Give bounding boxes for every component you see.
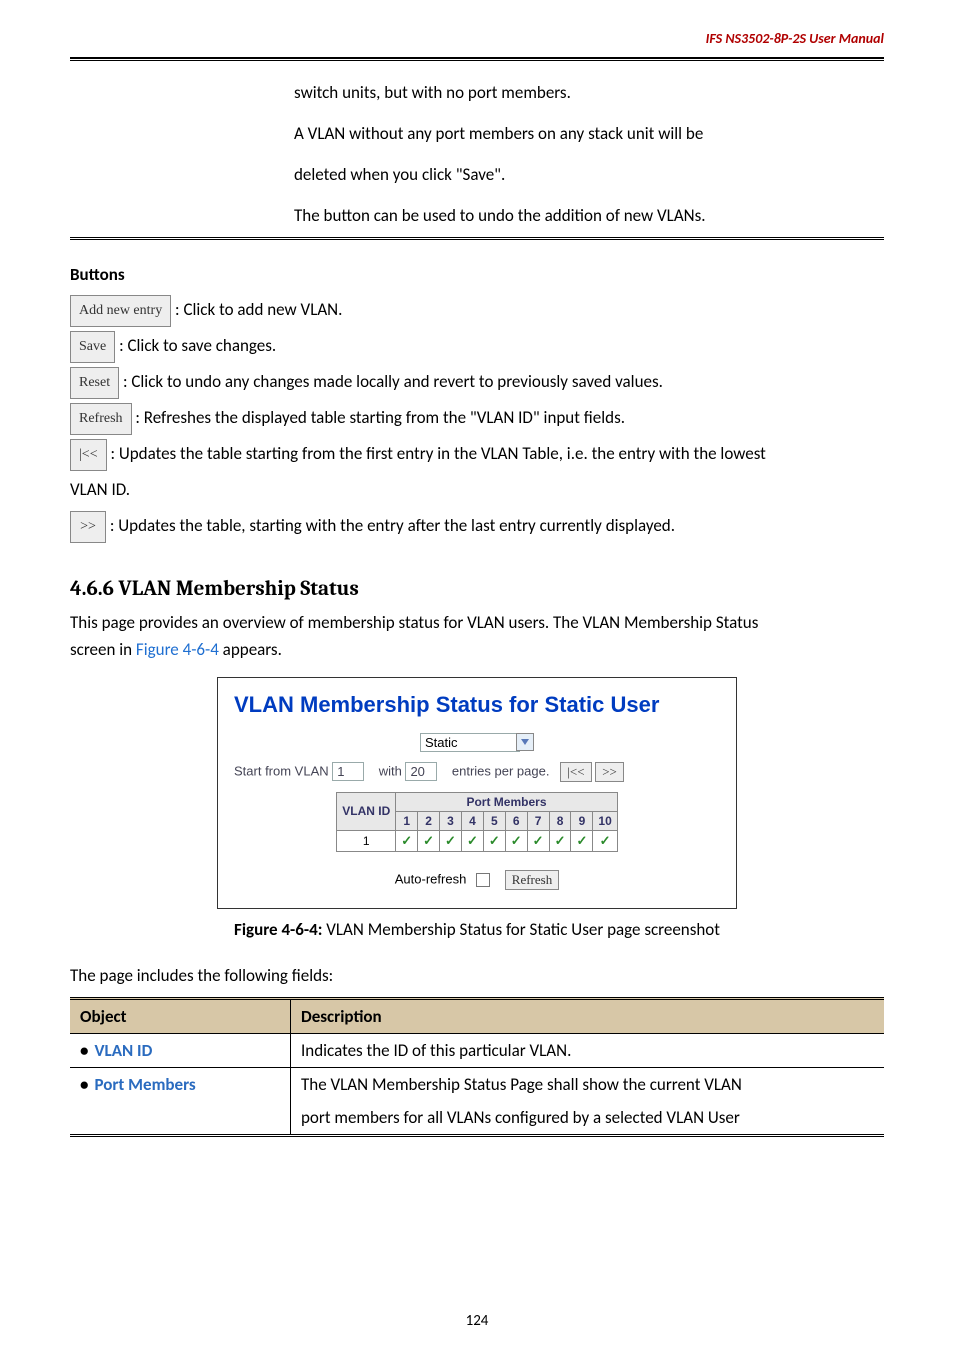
vlan-id-line: VLAN ID. [70,473,884,507]
check-icon: ✓ [440,830,462,851]
reset-button[interactable]: Reset [70,367,119,399]
chevron-down-icon[interactable] [516,733,534,751]
check-icon: ✓ [483,830,505,851]
figure-panel: VLAN Membership Status for Static User S… [217,677,737,909]
figure-first-button[interactable]: |<< [560,762,591,782]
figure-caption-label: Figure 4-6-4: [234,919,322,940]
fields-intro: The page includes the following fields: [70,962,884,989]
next-page-button[interactable]: >> [70,511,106,543]
desc-port-members-l1: The VLAN Membership Status Page shall sh… [291,1067,885,1101]
check-icon: ✓ [571,830,593,851]
auto-refresh-label: Auto-refresh [395,871,467,886]
vlan-id-header: VLAN ID [337,792,396,830]
refresh-button[interactable]: Refresh [70,403,132,435]
top-table-bottom-rule [70,237,884,240]
figure-caption-text: VLAN Membership Status for Static User p… [322,919,720,940]
table-row: • Port Members The VLAN Membership Status… [70,1067,884,1101]
top-desc-line: A VLAN without any port members on any s… [286,114,884,155]
first-page-text: : Updates the table starting from the fi… [110,443,765,464]
fields-header-description: Description [291,998,885,1033]
port-col-3: 3 [440,811,462,830]
object-vlan-id: VLAN ID [94,1040,152,1061]
start-from-vlan-label: Start from VLAN [234,763,332,778]
top-desc-line: switch units, but with no port members. [286,73,884,114]
top-description-table: switch units, but with no port members. … [70,73,884,237]
desc-vlan-id: Indicates the ID of this particular VLAN… [291,1033,885,1067]
section-intro-line1: This page provides an overview of member… [70,609,884,636]
check-icon: ✓ [549,830,571,851]
check-icon: ✓ [505,830,527,851]
top-table-top-rule [70,58,884,61]
page-number: 124 [0,1312,954,1330]
start-vlan-input[interactable]: 1 [332,762,364,781]
buttons-heading: Buttons [70,264,884,285]
figure-ref-link: Figure 4-6-4 [136,639,219,660]
top-desc-line: The button can be used to undo the addit… [286,196,884,237]
check-icon: ✓ [527,830,549,851]
desc-port-members-l2: port members for all VLANs configured by… [291,1101,885,1136]
section-intro-line2c: appears. [219,639,282,660]
bullet-icon: • [80,1074,88,1095]
first-page-button[interactable]: |<< [70,439,107,471]
check-icon: ✓ [418,830,440,851]
port-col-10: 10 [593,811,617,830]
port-col-9: 9 [571,811,593,830]
section-intro-line2a: screen in [70,639,136,660]
check-icon: ✓ [396,830,418,851]
reset-text: : Click to undo any changes made locally… [123,371,663,392]
check-icon: ✓ [461,830,483,851]
fields-header-object: Object [70,998,291,1033]
figure-title: VLAN Membership Status for Static User [234,692,720,718]
doc-header: IFS NS3502-8P-2S User Manual [70,30,884,51]
add-new-entry-text: : Click to add new VLAN. [175,299,342,320]
bullet-icon: • [80,1040,88,1061]
figure-next-button[interactable]: >> [595,762,624,782]
port-col-2: 2 [418,811,440,830]
entries-per-page-input[interactable]: 20 [405,762,437,781]
save-text: : Click to save changes. [119,335,276,356]
row-vlan-id: 1 [337,830,396,851]
port-members-table: VLAN ID Port Members 1 2 3 4 5 6 7 8 9 1… [336,792,618,852]
port-col-7: 7 [527,811,549,830]
port-col-8: 8 [549,811,571,830]
table-row: • VLAN ID Indicates the ID of this partic… [70,1033,884,1067]
auto-refresh-checkbox[interactable] [476,873,490,887]
port-col-6: 6 [505,811,527,830]
save-button[interactable]: Save [70,331,115,363]
port-col-4: 4 [461,811,483,830]
entries-per-page-label: entries per page. [452,763,550,778]
top-desc-line: deleted when you click "Save". [286,155,884,196]
port-col-1: 1 [396,811,418,830]
check-icon: ✓ [593,830,617,851]
add-new-entry-button[interactable]: Add new entry [70,295,171,327]
with-label: with [379,763,406,778]
port-col-5: 5 [483,811,505,830]
object-port-members: Port Members [94,1074,195,1095]
next-page-text: : Updates the table, starting with the e… [110,515,675,536]
fields-table: Object Description • VLAN ID Indicates th… [70,997,884,1137]
figure-refresh-button[interactable]: Refresh [505,870,559,890]
user-selector[interactable]: Static [420,733,520,752]
refresh-text: : Refreshes the displayed table starting… [135,407,625,428]
port-members-header: Port Members [396,792,618,811]
section-heading: 4.6.6 VLAN Membership Status [70,577,884,601]
table-row: 1 ✓ ✓ ✓ ✓ ✓ ✓ ✓ ✓ ✓ ✓ [337,830,618,851]
